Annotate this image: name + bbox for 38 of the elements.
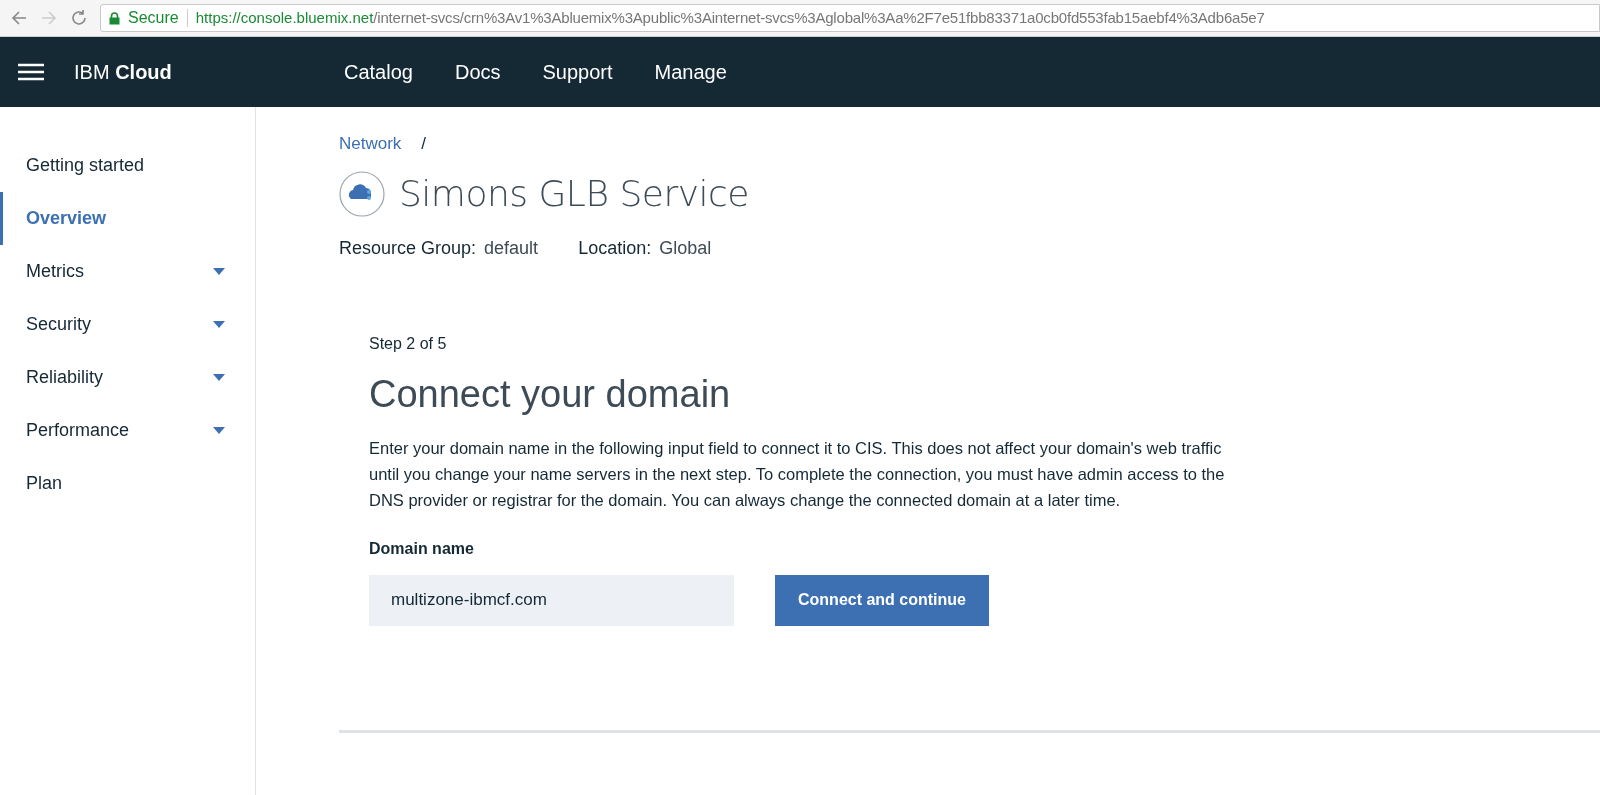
secure-label: Secure	[128, 8, 179, 28]
reload-icon[interactable]	[70, 9, 88, 27]
back-icon[interactable]	[10, 10, 28, 26]
menu-icon[interactable]	[18, 63, 44, 81]
meta-label: Location:	[578, 236, 652, 260]
lock-icon	[109, 11, 120, 25]
service-title: Simons GLB Service	[399, 171, 749, 216]
nav-link[interactable]: Catalog	[344, 57, 413, 87]
field-label: Domain name	[369, 538, 475, 559]
step-description: Enter your domain name in the following input field to connect it to CIS. This does not affect your domain's web traffic until you change your name servers in the next step. To complete the connection, you must have admin access to the DNS provider or registrar for the domain. You can always change the connected domain at a later time.	[369, 437, 1226, 511]
address-bar[interactable]: Secure https://console.bluemix.net/internet-svcs/crn%3Av1%3Abluemix%3Apublic%3Ainternet-svcs%3Aglobal%3Aa%2F7e51fbb83371a0cb0fd553fab15aebf4%3Adb6a5e7	[100, 4, 1600, 32]
url-host: https://console.bluemix.net	[195, 7, 374, 28]
caret-icon	[213, 374, 225, 381]
domain-input[interactable]: multizone-ibmcf.com	[369, 574, 734, 626]
caret-icon	[213, 268, 225, 275]
nav-link[interactable]: Manage	[654, 57, 727, 87]
step-counter: Step 2 of 5	[369, 333, 448, 354]
brand-name[interactable]: IBM Cloud	[74, 57, 344, 87]
meta-label: Resource Group:	[339, 236, 477, 260]
sidebar-item[interactable]: Metrics	[0, 245, 255, 298]
caret-icon	[213, 321, 225, 328]
sidebar-item[interactable]: Overview	[0, 192, 255, 245]
cloud-service-icon	[339, 170, 385, 217]
sidebar-item[interactable]: Security	[0, 298, 255, 351]
nav-link[interactable]: Docs	[454, 57, 501, 87]
breadcrumb-separator: /	[421, 133, 427, 155]
url-path: /internet-svcs/crn%3Av1%3Abluemix%3Apublic%3Ainternet-svcs%3Aglobal%3Aa%2F7e51fbb83371a0cb0fd553fab15aebf4%3Adb6a5e7	[373, 7, 1265, 28]
sidebar-item[interactable]: Plan	[0, 457, 255, 510]
nav-link[interactable]: Support	[542, 57, 613, 87]
breadcrumb-link[interactable]: Network	[339, 131, 402, 157]
connect-button[interactable]: Connect and continue	[775, 574, 989, 626]
sidebar-item[interactable]: Reliability	[0, 351, 255, 404]
caret-icon	[213, 427, 225, 434]
meta-value: default	[484, 236, 539, 260]
sidebar-item[interactable]: Performance	[0, 404, 255, 457]
sidebar-item[interactable]: Getting started	[0, 139, 255, 192]
meta-value: Global	[659, 236, 712, 260]
step-heading: Connect your domain	[369, 371, 732, 417]
